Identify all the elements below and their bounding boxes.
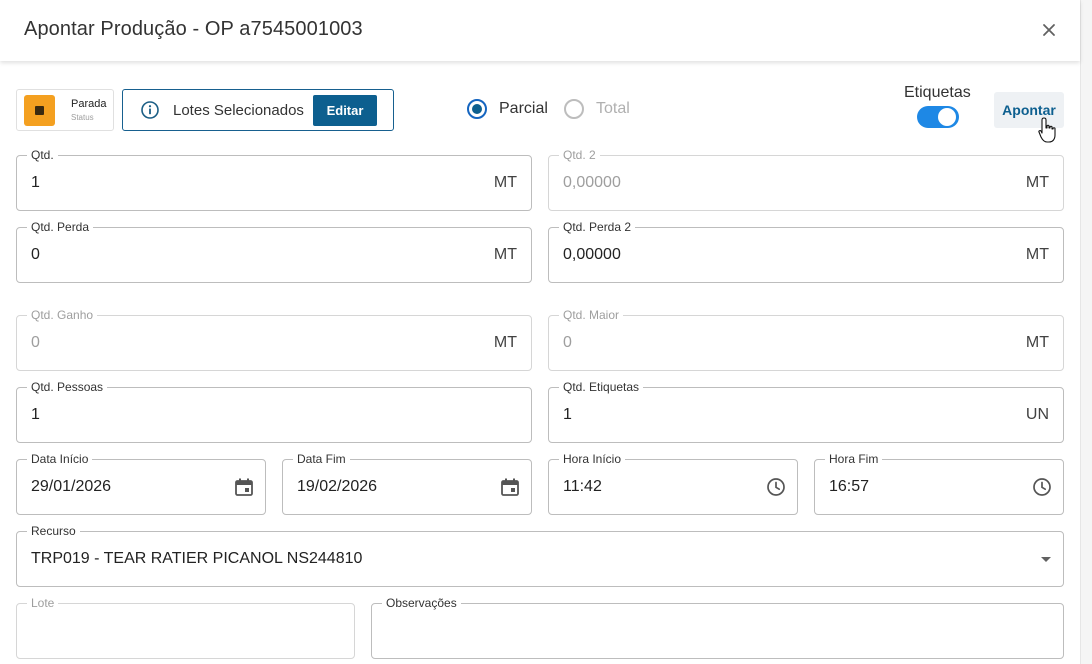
info-icon [141, 101, 159, 119]
data-fim-value: 19/02/2026 [297, 478, 378, 495]
qtd-maior-label: Qtd. Maior [559, 308, 624, 322]
qtd-perda-unit: MT [493, 246, 517, 263]
lote-field: Lote [16, 596, 355, 659]
qtd-pessoas-field[interactable]: Qtd. Pessoas 1 [16, 380, 532, 443]
qtd2-field: Qtd. 2 0,00000 MT [548, 148, 1064, 211]
close-icon[interactable] [1036, 17, 1062, 43]
data-inicio-field[interactable]: Data Início 29/01/2026 [16, 452, 266, 515]
qtd-field[interactable]: Qtd. 1 MT [16, 148, 532, 211]
qtd-value: 1 [31, 174, 40, 191]
qtd-perda2-label: Qtd. Perda 2 [559, 220, 636, 234]
stop-icon [24, 95, 55, 126]
hora-fim-field[interactable]: Hora Fim 16:57 [814, 452, 1064, 515]
editar-lotes-button[interactable]: Editar [313, 95, 377, 126]
hora-inicio-value: 11:42 [563, 478, 602, 495]
chevron-down-icon[interactable] [1041, 557, 1051, 562]
qtd-etiquetas-unit: UN [1025, 406, 1049, 423]
qtd-maior-unit: MT [1025, 334, 1049, 351]
qtd-perda-label: Qtd. Perda [27, 220, 94, 234]
lote-label: Lote [27, 596, 59, 610]
recurso-value: TRP019 - TEAR RATIER PICANOL NS244810 [31, 550, 363, 567]
data-inicio-label: Data Início [27, 452, 93, 466]
qtd-etiquetas-value: 1 [563, 406, 572, 423]
observacoes-field[interactable]: Observações [371, 596, 1064, 659]
recurso-label: Recurso [27, 524, 80, 538]
hora-fim-value: 16:57 [829, 478, 870, 495]
clock-icon[interactable] [1031, 476, 1053, 498]
status-sublabel: Status [71, 113, 94, 122]
parcial-radio[interactable] [467, 99, 487, 119]
parcial-label[interactable]: Parcial [499, 100, 548, 118]
observacoes-label: Observações [382, 596, 461, 610]
calendar-icon[interactable] [233, 476, 255, 498]
hand-cursor-icon [1038, 117, 1056, 143]
qtd-ganho-label: Qtd. Ganho [27, 308, 98, 322]
apontar-producao-dialog: Apontar Produção - OP a7545001003 Parada… [0, 0, 1080, 664]
lotes-label: Lotes Selecionados [173, 102, 304, 119]
recurso-select[interactable]: Recurso TRP019 - TEAR RATIER PICANOL NS2… [16, 524, 1064, 587]
qtd-maior-field: Qtd. Maior 0 MT [548, 308, 1064, 371]
clock-icon[interactable] [765, 476, 787, 498]
data-fim-field[interactable]: Data Fim 19/02/2026 [282, 452, 532, 515]
scrollbar-track[interactable] [1080, 0, 1092, 664]
qtd-perda2-value: 0,00000 [563, 246, 621, 263]
data-fim-label: Data Fim [293, 452, 350, 466]
qtd-unit: MT [493, 174, 517, 191]
qtd-perda-field[interactable]: Qtd. Perda 0 MT [16, 220, 532, 283]
qtd-label: Qtd. [27, 148, 58, 162]
calendar-icon[interactable] [499, 476, 521, 498]
qtd2-label: Qtd. 2 [559, 148, 600, 162]
lotes-selecionados-panel: Lotes Selecionados Editar [122, 89, 394, 131]
hora-inicio-label: Hora Início [559, 452, 626, 466]
qtd2-unit: MT [1025, 174, 1049, 191]
qtd-maior-value: 0 [563, 334, 572, 351]
etiquetas-toggle[interactable] [917, 106, 959, 128]
qtd-perda2-field[interactable]: Qtd. Perda 2 0,00000 MT [548, 220, 1064, 283]
qtd-pessoas-value: 1 [31, 406, 40, 423]
total-label[interactable]: Total [596, 100, 630, 118]
hora-inicio-field[interactable]: Hora Início 11:42 [548, 452, 798, 515]
qtd2-value: 0,00000 [563, 174, 621, 191]
qtd-pessoas-label: Qtd. Pessoas [27, 380, 108, 394]
dialog-header: Apontar Produção - OP a7545001003 [0, 0, 1080, 61]
status-label: Parada [71, 98, 107, 110]
qtd-perda2-unit: MT [1025, 246, 1049, 263]
qtd-perda-value: 0 [31, 246, 40, 263]
qtd-ganho-value: 0 [31, 334, 40, 351]
qtd-etiquetas-field[interactable]: Qtd. Etiquetas 1 UN [548, 380, 1064, 443]
status-indicator: Parada Status [16, 89, 114, 131]
data-inicio-value: 29/01/2026 [31, 478, 112, 495]
total-radio[interactable] [564, 99, 584, 119]
etiquetas-label: Etiquetas [904, 84, 971, 101]
qtd-etiquetas-label: Qtd. Etiquetas [559, 380, 644, 394]
hora-fim-label: Hora Fim [825, 452, 883, 466]
qtd-ganho-unit: MT [493, 334, 517, 351]
qtd-ganho-field: Qtd. Ganho 0 MT [16, 308, 532, 371]
dialog-title: Apontar Produção - OP a7545001003 [24, 18, 363, 40]
